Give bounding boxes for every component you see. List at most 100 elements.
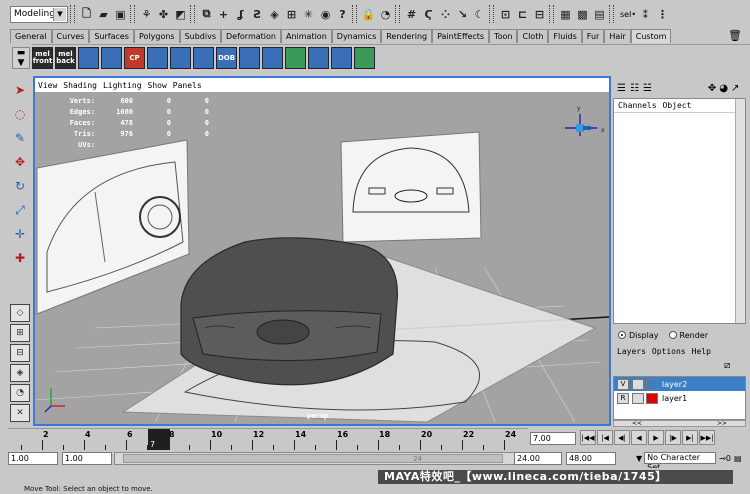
anim-end-field[interactable]: 48.00 — [566, 452, 616, 465]
last-tool-icon[interactable]: ✚ — [10, 248, 30, 268]
divider[interactable] — [352, 5, 357, 23]
manipulator-tool-icon[interactable]: ✛ — [10, 224, 30, 244]
render-toggle-icon[interactable]: ◕ — [719, 83, 728, 94]
layer-template-toggle[interactable] — [632, 392, 644, 404]
viewport-menu-lighting[interactable]: Lighting — [103, 81, 142, 90]
select-component-icon[interactable]: ◩ — [173, 6, 188, 22]
select-by-name-icon[interactable]: ⋮ — [655, 6, 670, 22]
shelf-button-4[interactable] — [101, 47, 122, 69]
select-by-handle-icon[interactable]: ⧉ — [199, 6, 214, 22]
shelf-button-7[interactable] — [170, 47, 191, 69]
shelf-tab-hair[interactable]: Hair — [604, 29, 631, 43]
view-axis-manipulator[interactable]: y x — [565, 105, 605, 136]
shelf-button-11[interactable] — [262, 47, 283, 69]
range-handle[interactable]: 24 — [123, 454, 503, 463]
playback-start-field[interactable]: 1.00 — [62, 452, 112, 465]
playback-end-field[interactable]: 24.00 — [514, 452, 562, 465]
select-by-curve-icon[interactable]: ʆ — [233, 6, 248, 22]
scale-tool-icon[interactable]: ⤢ — [10, 200, 30, 220]
divider[interactable] — [489, 5, 494, 23]
history-toggle-icon[interactable]: ⊟ — [532, 6, 547, 22]
layer-color-swatch[interactable] — [646, 392, 658, 404]
layer-menu-layers[interactable]: Layers — [617, 347, 646, 356]
shelf-button-3[interactable] — [78, 47, 99, 69]
snap-point-icon[interactable]: ⁘ — [438, 6, 453, 22]
layer-row[interactable]: Rlayer1 — [614, 391, 745, 405]
divider[interactable] — [190, 5, 195, 23]
shelf-tab-deformation[interactable]: Deformation — [221, 29, 281, 43]
select-by-deformer-icon[interactable]: ◈ — [267, 6, 282, 22]
layer-list-scrollbar[interactable]: << >> — [613, 420, 746, 427]
divider[interactable] — [549, 5, 554, 23]
select-by-surface-icon[interactable]: Ƨ — [250, 6, 265, 22]
select-by-lock-icon[interactable]: ? — [335, 6, 350, 22]
lasso-tool-icon[interactable]: ◌ — [10, 104, 30, 124]
snap-grid-icon[interactable]: # — [404, 6, 419, 22]
lock-selection-icon[interactable]: 🔒 — [361, 6, 376, 22]
channel-box-menu-channels[interactable]: Channels — [618, 101, 657, 110]
step-back-key-icon[interactable]: |◀ — [597, 430, 613, 445]
output-connections-icon[interactable]: ⊏ — [515, 6, 530, 22]
shelf-button-8[interactable] — [193, 47, 214, 69]
play-backward-icon[interactable]: ◀ — [631, 430, 647, 445]
step-forward-frame-icon[interactable]: |▶ — [665, 430, 681, 445]
shelf-button-13[interactable] — [308, 47, 329, 69]
select-by-dynamic-icon[interactable]: ⊞ — [284, 6, 299, 22]
layer-color-swatch[interactable] — [646, 378, 658, 390]
divider[interactable] — [395, 5, 400, 23]
shelf-button-5[interactable]: CP — [124, 47, 145, 69]
shelf-tab-fur[interactable]: Fur — [581, 29, 605, 43]
shelf-button-1[interactable]: mel front — [32, 47, 53, 69]
shelf-tab-cloth[interactable]: Cloth — [517, 29, 549, 43]
animation-prefs-icon[interactable]: ▤ — [734, 454, 742, 463]
divider[interactable] — [609, 5, 614, 23]
divider[interactable] — [70, 5, 75, 23]
attribute-toggle-icon[interactable]: ☱ — [643, 83, 652, 94]
layer-row[interactable]: Vlayer2 — [614, 377, 745, 391]
snap-view-plane-icon[interactable]: ↘ — [455, 6, 470, 22]
go-to-start-icon[interactable]: |◀◀ — [580, 430, 596, 445]
input-output-icon[interactable]: ⊡ — [498, 6, 513, 22]
trash-icon[interactable]: 🗑 — [728, 29, 742, 42]
anim-start-field[interactable]: 1.00 — [8, 452, 58, 465]
current-time-field[interactable]: 7.00 — [530, 432, 576, 445]
channel-box-menu-object[interactable]: Object — [663, 101, 692, 110]
current-frame-marker[interactable]: 7 — [148, 429, 170, 450]
save-scene-icon[interactable]: ▣ — [113, 6, 128, 22]
viewport-menu-panels[interactable]: Panels — [173, 81, 202, 90]
select-by-misc-icon[interactable]: ◉ — [318, 6, 333, 22]
shelf-tab-dynamics[interactable]: Dynamics — [331, 29, 382, 43]
shelf-tab-rendering[interactable]: Rendering — [381, 29, 433, 43]
ipr-render-icon[interactable]: ▤ — [592, 6, 607, 22]
shelf-tab-surfaces[interactable]: Surfaces — [89, 29, 134, 43]
menu-set-dropdown[interactable]: Modeling ▼ — [10, 5, 68, 23]
shelf-tab-animation[interactable]: Animation — [280, 29, 332, 43]
shelf-button-15[interactable] — [354, 47, 375, 69]
hypershade-layout-icon[interactable]: ◔ — [10, 384, 30, 402]
step-forward-key-icon[interactable]: ▶| — [682, 430, 698, 445]
channel-box-toggle-icon[interactable]: ☰ — [617, 83, 626, 94]
open-scene-icon[interactable]: ▰ — [96, 6, 111, 22]
shelf-button-9[interactable]: DOB — [216, 47, 237, 69]
auto-key-icon[interactable]: ⊸0 — [719, 454, 731, 463]
shelf-tab-custom[interactable]: Custom — [630, 29, 672, 43]
select-object-icon[interactable]: ✤ — [156, 6, 171, 22]
make-live-icon[interactable]: ☾ — [472, 6, 487, 22]
viewport-menu-shading[interactable]: Shading — [63, 81, 97, 90]
render-view-icon[interactable]: ▦ — [558, 6, 573, 22]
shelf-tab-toon[interactable]: Toon — [489, 29, 518, 43]
range-bar[interactable]: 24 — [114, 452, 518, 465]
perspective-viewport[interactable]: View Shading Lighting Show Panels y x Ve… — [33, 76, 611, 426]
character-layout-icon[interactable]: ✕ — [10, 404, 30, 422]
viewport-menu-show[interactable]: Show — [148, 81, 167, 90]
channel-box[interactable]: Channels Object — [613, 98, 746, 324]
shelf-tab-subdivs[interactable]: Subdivs — [179, 29, 222, 43]
layer-editor-toggle-icon[interactable]: ☷ — [630, 83, 639, 94]
step-back-frame-icon[interactable]: ◀| — [614, 430, 630, 445]
paint-toggle-icon[interactable]: ✥ — [708, 83, 716, 94]
tool-settings-icon[interactable]: ↗ — [731, 83, 739, 94]
rename-icon[interactable]: ⁑ — [638, 6, 653, 22]
select-tool-icon[interactable]: ➤ — [10, 80, 30, 100]
go-to-end-icon[interactable]: ▶▶| — [699, 430, 715, 445]
single-perspective-layout-icon[interactable]: ◇ — [10, 304, 30, 322]
